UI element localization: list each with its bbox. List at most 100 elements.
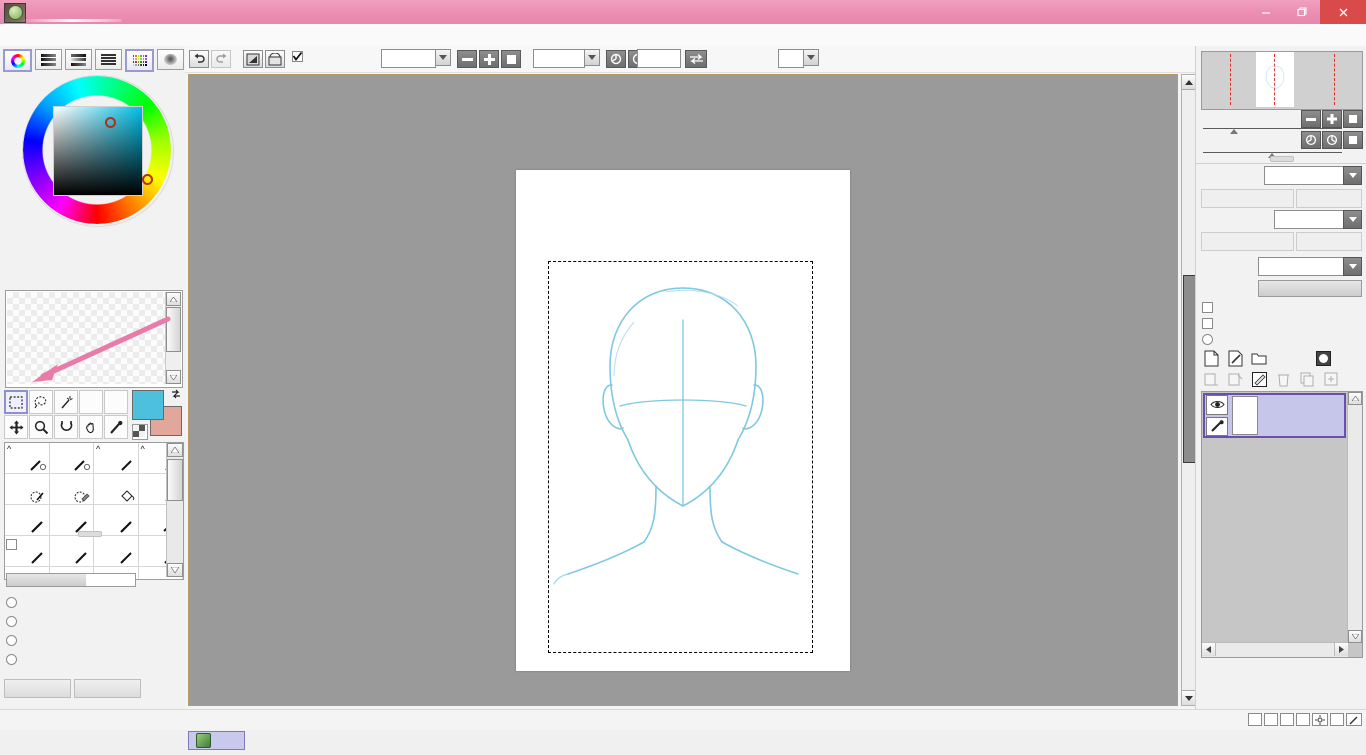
add-layer-icon[interactable] [1321,370,1341,388]
scratchpad-panel[interactable] [5,290,183,388]
smoothing-value-field[interactable] [778,49,804,68]
menu-window[interactable] [492,27,500,29]
menu-view[interactable] [439,27,447,29]
scale-slider-handle[interactable] [1230,129,1238,134]
foreground-color-swatch[interactable] [132,390,164,420]
cancel-button[interactable] [74,679,141,698]
nav-zoom-out-button[interactable] [1301,110,1321,128]
selection-visible-row[interactable] [292,51,307,62]
nav-rotate-cw-button[interactable] [1322,131,1342,149]
canvas-paper[interactable] [516,170,850,671]
smoothing-dropdown-arrow[interactable] [803,49,819,66]
layer-scroll-right[interactable] [1334,643,1348,656]
brush-select[interactable] [5,474,50,505]
nav-rotate-ccw-button[interactable] [1301,131,1321,149]
menu-edit[interactable] [62,27,70,29]
radio-rotate[interactable] [6,654,17,665]
menu-filter[interactable] [372,27,380,29]
lasso-tool[interactable] [29,390,53,414]
zoom-dropdown-arrow[interactable] [435,49,451,66]
saturation-value-square[interactable] [53,106,143,196]
right-panel-grip[interactable] [1270,156,1294,162]
blend-mode-button[interactable] [637,49,681,68]
menu-layer[interactable] [232,27,240,29]
rotate-ccw-button[interactable] [606,50,626,68]
menu-help[interactable] [548,27,556,29]
selection-rect-tool[interactable] [4,390,28,414]
clear-layer-icon[interactable] [1225,370,1245,388]
angle-value-field[interactable] [533,49,585,68]
new-folder-icon[interactable] [1249,349,1269,367]
nav-zoom-reset-button[interactable] [1343,110,1363,128]
wet-edge-dropdown-arrow[interactable] [1343,210,1362,229]
rotate-canvas-tool[interactable] [54,415,78,439]
brush-cell[interactable]: ^ [5,443,50,474]
panel-resize-grip[interactable] [78,531,102,537]
delete-layer-icon[interactable] [1273,370,1293,388]
new-linework-layer-icon[interactable] [1225,349,1245,367]
canvas-viewport[interactable] [188,74,1178,706]
undo-button[interactable] [189,50,209,68]
radio-rotate-row[interactable] [6,654,22,665]
selection-marquee[interactable] [548,261,813,653]
selection-source-row[interactable] [1202,334,1218,345]
scratchpad-scrollbar[interactable] [165,292,181,384]
gradient-tab[interactable] [157,49,184,70]
blend-mode-dropdown-arrow[interactable] [1343,257,1362,276]
sv-cursor[interactable] [105,117,116,128]
magic-wand-tool[interactable] [54,390,78,414]
reset-view-button[interactable] [265,50,285,68]
radio-free-row[interactable] [6,635,22,646]
brush-acrylic[interactable] [5,505,50,536]
radio-resize-row[interactable] [6,616,22,627]
eyedropper-tool[interactable] [104,415,128,439]
menu-canvas[interactable] [170,27,178,29]
zoom-out-button[interactable] [457,50,477,68]
nav-zoom-in-button[interactable] [1322,110,1342,128]
opacity-slider[interactable] [1258,280,1362,297]
flip-horizontal-button[interactable] [243,50,263,68]
brush-deselect[interactable] [49,474,94,505]
zoom-reset-button[interactable] [501,50,521,68]
swatches-tab[interactable] [125,49,154,72]
layer-visibility-icon[interactable] [1206,395,1228,415]
redo-button[interactable] [211,50,231,68]
merge-down-icon[interactable] [1201,370,1221,388]
ok-button[interactable] [4,679,71,698]
hue-cursor[interactable] [142,174,153,185]
scratchpad-scroll-up[interactable] [166,292,181,306]
clipping-group-checkbox[interactable] [1202,318,1213,329]
navigator-preview[interactable] [1201,51,1363,110]
auto-select-layer-row[interactable] [6,539,186,550]
empty-tool-slot-b[interactable] [104,390,128,414]
canvas-scroll-down[interactable] [1182,690,1196,705]
color-mixer-tab[interactable] [95,49,122,70]
zoom-value-field[interactable] [381,49,436,68]
brush-list[interactable]: ^ ^ ^ [4,442,184,580]
layer-row[interactable] [1203,393,1346,438]
fix-opacity-row[interactable] [1202,302,1218,313]
layer-scroll-down[interactable] [1348,630,1362,643]
radio-transform-row[interactable] [6,597,22,608]
layer-list[interactable] [1201,391,1363,658]
default-colors-icon[interactable] [132,424,148,440]
document-tab[interactable] [188,731,245,750]
auto-select-layer-checkbox[interactable] [6,539,17,550]
scratchpad-surface[interactable] [7,292,165,384]
brush-cell[interactable]: ^ [94,443,139,474]
zoom-tool[interactable] [29,415,53,439]
selection-source-radio[interactable] [1202,334,1213,345]
layer-mask-icon[interactable] [1313,349,1333,367]
maximize-button[interactable] [1284,0,1320,24]
brush-bucket-fill[interactable] [94,474,139,505]
brush-scroll-down[interactable] [167,563,183,577]
radio-resize[interactable] [6,616,17,627]
layer-scroll-up[interactable] [1348,392,1362,405]
drag-detect-slider[interactable] [6,573,136,587]
swap-colors-icon[interactable] [170,388,182,400]
fix-opacity-checkbox[interactable] [1202,302,1213,313]
scratchpad-scroll-down[interactable] [166,370,181,384]
texture-dropdown-arrow[interactable] [1343,166,1362,185]
transparency-lock-icon[interactable] [1249,370,1269,388]
close-button[interactable] [1320,0,1366,24]
